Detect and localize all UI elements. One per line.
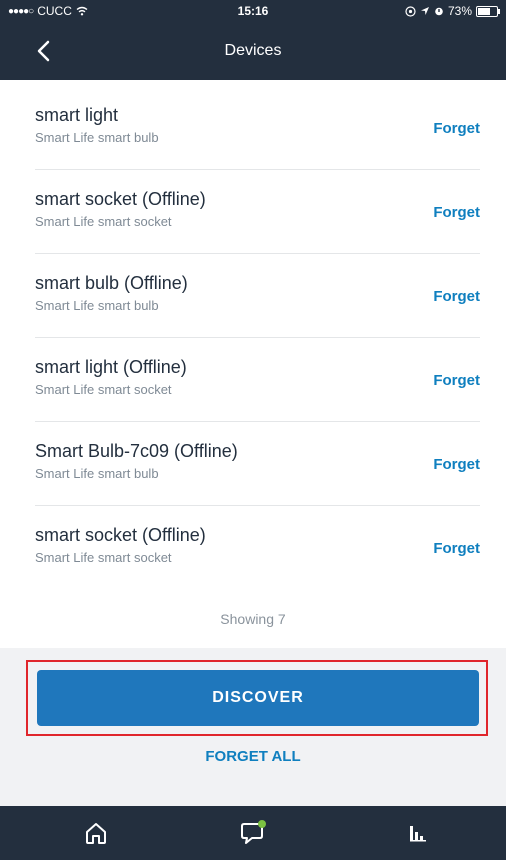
notification-dot	[258, 820, 266, 828]
device-row: Smart Bulb-7c09 (Offline) Smart Life sma…	[35, 422, 480, 506]
device-row: smart light Smart Life smart bulb Forget	[35, 86, 480, 170]
forget-button[interactable]: Forget	[433, 120, 480, 137]
discover-highlight: DISCOVER	[26, 660, 488, 736]
status-bar: ●●●●○ CUCC 15:16 73%	[0, 0, 506, 22]
discover-button[interactable]: DISCOVER	[37, 670, 479, 726]
activity-icon	[410, 826, 426, 842]
showing-count: Showing 7	[220, 611, 286, 627]
device-type: Smart Life smart socket	[35, 214, 172, 229]
device-name: smart socket (Offline)	[35, 525, 206, 545]
device-row: smart bulb (Offline) Smart Life smart bu…	[35, 254, 480, 338]
device-list: smart light Smart Life smart bulb Forget…	[0, 86, 506, 590]
device-row: smart socket (Offline) Smart Life smart …	[35, 506, 480, 590]
forget-button[interactable]: Forget	[433, 204, 480, 221]
tab-bar	[0, 806, 506, 860]
device-name: smart light	[35, 105, 119, 125]
alarm-icon	[435, 7, 443, 16]
device-name: smart light (Offline)	[35, 357, 187, 377]
tab-activity[interactable]	[378, 806, 458, 860]
device-name: smart socket (Offline)	[35, 189, 206, 209]
navigation-bar: Devices	[0, 22, 506, 80]
forget-button[interactable]: Forget	[433, 288, 480, 305]
tab-chat[interactable]	[213, 806, 293, 860]
location-icon	[420, 7, 429, 15]
device-type: Smart Life smart socket	[35, 550, 172, 565]
lock-rotation-icon	[405, 5, 416, 17]
forget-all-button[interactable]: FORGET ALL	[0, 748, 506, 765]
chat-icon	[241, 820, 266, 844]
forget-button[interactable]: Forget	[433, 540, 480, 557]
device-name: smart bulb (Offline)	[35, 273, 188, 293]
home-icon	[86, 823, 106, 844]
battery-icon	[476, 5, 500, 17]
devices-screen: ●●●●○ CUCC 15:16 73% Devices smart light…	[0, 0, 506, 860]
device-row: smart light (Offline) Smart Life smart s…	[35, 338, 480, 422]
device-type: Smart Life smart socket	[35, 382, 172, 397]
device-type: Smart Life smart bulb	[35, 466, 159, 481]
page-title: Devices	[224, 42, 282, 59]
device-type: Smart Life smart bulb	[35, 130, 159, 145]
action-panel: DISCOVER FORGET ALL	[0, 648, 506, 806]
tab-home[interactable]	[56, 806, 136, 860]
forget-button[interactable]: Forget	[433, 456, 480, 473]
battery-percent: 73%	[447, 4, 472, 18]
device-type: Smart Life smart bulb	[35, 298, 159, 313]
device-name: Smart Bulb-7c09 (Offline)	[35, 441, 238, 461]
device-row: smart socket (Offline) Smart Life smart …	[35, 170, 480, 254]
forget-button[interactable]: Forget	[433, 372, 480, 389]
status-right: 73%	[405, 4, 500, 18]
